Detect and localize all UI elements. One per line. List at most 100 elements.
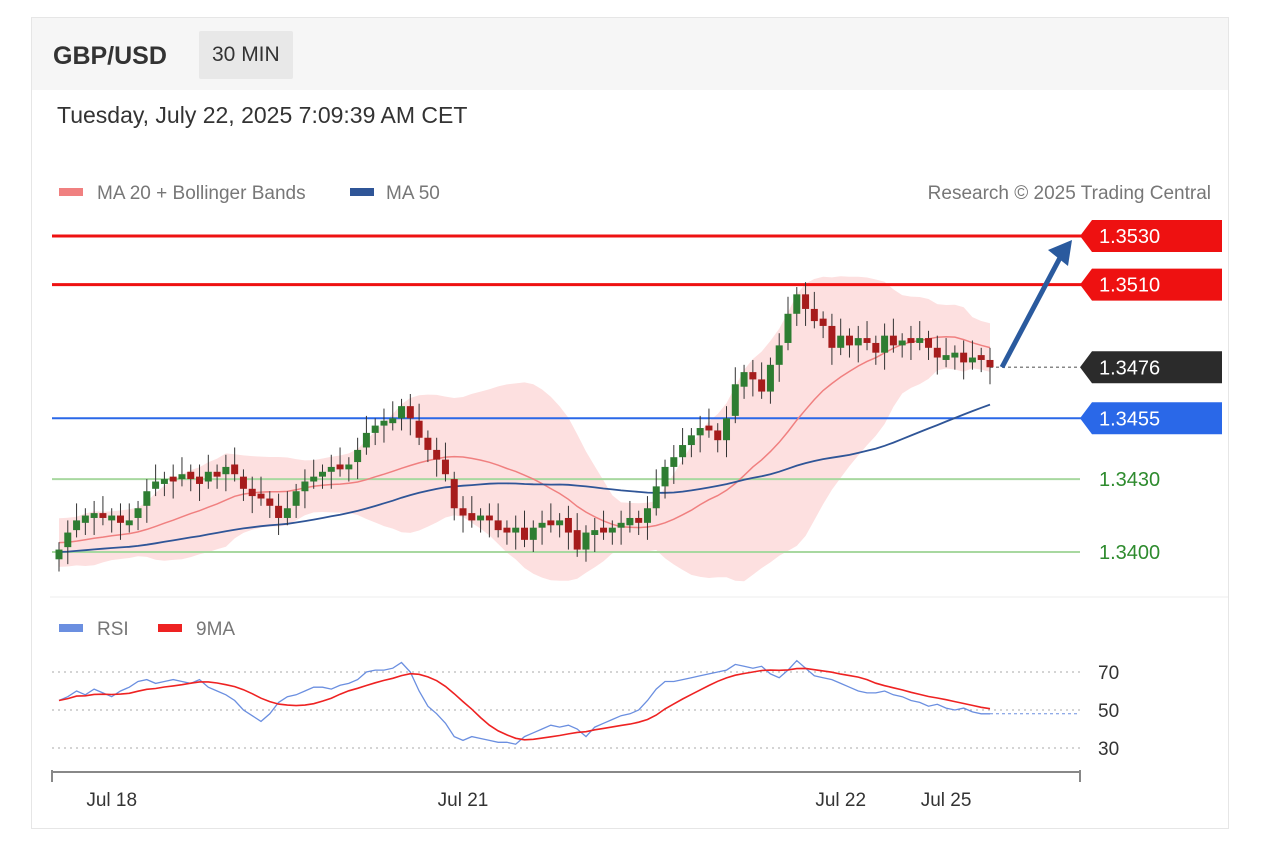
candle-body [582,532,590,550]
forecast-arrow [999,240,1072,369]
candle-body [169,476,177,482]
candle-body [222,466,230,475]
candle-body [459,508,467,516]
candle-body [758,379,766,392]
candle-body [389,418,397,424]
candle-body [608,527,616,533]
candle-body [845,335,853,346]
candle-body [415,420,423,438]
candle-body [872,342,880,353]
rsi-ma-legend-swatch [158,624,182,632]
candle-body [916,338,924,343]
candle-body [925,338,933,348]
candle-body [933,347,941,358]
forecast-arrow-shaft [999,252,1065,369]
rsi-line [58,659,990,745]
candle-body [318,471,326,477]
candle-body [143,491,151,506]
candle-body [723,418,731,441]
candle-body [485,515,493,521]
level-label-0: 1.3530 [1099,226,1160,248]
candle-body [327,466,335,472]
candle-body [239,476,247,489]
candle-body [828,325,836,348]
candle-body [652,486,660,509]
level-label-3: 1.3455 [1099,408,1160,430]
candle-body [802,294,810,309]
ma50-legend-swatch [350,188,374,196]
candle-body [354,449,362,463]
x-tick-label-0: Jul 18 [86,790,137,811]
candle-body [380,420,388,426]
candle-body [643,508,651,523]
x-tick-label-2: Jul 22 [815,790,866,811]
candle-body [573,530,581,550]
candle-body [99,513,107,518]
candle-body [90,513,98,518]
candle-body [617,522,625,528]
candle-body [362,432,370,448]
candle-body [696,428,704,436]
candle-body [564,517,572,533]
rsi-tick-label-70: 70 [1098,663,1119,684]
candle-body [556,520,564,526]
candle-body [477,515,485,521]
candle-body [661,466,669,487]
candle-body [521,527,528,540]
candle-body [248,488,256,497]
candle-body [433,449,441,460]
x-axis: Jul 18 Jul 21 Jul 22 Jul 25 [51,770,1081,811]
ma20-legend-label: MA 20 + Bollinger Bands [97,183,306,204]
rsi-legend-swatch [59,624,83,632]
candle-body [283,508,291,518]
candle-body [942,355,950,360]
candle-body [810,308,818,322]
candle-body [898,340,906,346]
candle-body [266,498,274,506]
candle-body [125,520,133,526]
candle-body [977,355,985,360]
candle-body [196,476,204,484]
x-tick-label-3: Jul 25 [921,790,972,811]
candle-body [819,318,827,326]
candle-body [538,522,546,528]
candle-body [441,459,449,475]
candle-body [152,481,160,489]
candle-body [310,476,318,482]
candle-body [635,517,643,523]
candle-body [591,530,599,535]
x-tick-label-1: Jul 21 [438,790,489,811]
candle-body [64,532,72,548]
candle-body [793,294,801,314]
candle-body [960,352,968,363]
candle-body [257,493,265,499]
candle-body [854,338,862,346]
candle-body [837,335,845,348]
candle-body [292,491,300,506]
candle-body [424,437,432,450]
candle-body [863,338,871,343]
candle-body [626,517,634,526]
candle-body [345,464,353,470]
candle-body [494,520,502,531]
research-credit: Research © 2025 Trading Central [928,183,1211,204]
candle-body [679,445,687,458]
candle-body [968,357,976,363]
candle-body [116,515,124,523]
candle-body [951,352,959,358]
candle-body [775,345,783,365]
ma50-legend-label: MA 50 [386,183,440,204]
candle-body [547,520,555,526]
candle-body [371,425,379,433]
rsi-panel: 70 50 30 [52,659,1119,760]
candle-body [503,527,511,533]
candle-body [187,471,195,480]
candle-body [714,430,722,441]
candle [784,296,792,351]
candle-body [600,527,608,533]
candle-body [108,515,116,521]
candle-body [55,549,63,560]
candle-body [336,464,344,470]
level-label-2: 1.3476 [1099,357,1160,379]
level-label-5: 1.3400 [1099,542,1160,564]
